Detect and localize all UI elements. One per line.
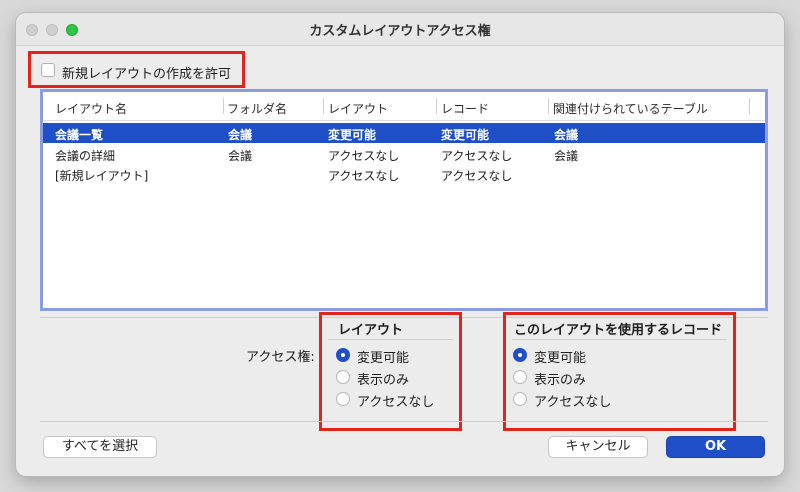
layout-table[interactable]: レイアウト名 フォルダ名 レイアウト レコード 関連付けられているテーブル 会議…	[40, 89, 768, 311]
col-header-layout[interactable]: レイアウト	[328, 100, 388, 117]
footer-divider	[40, 421, 768, 422]
title-bar: カスタムレイアウトアクセス権	[16, 13, 784, 46]
window-title: カスタムレイアウトアクセス権	[309, 24, 491, 39]
column-separator[interactable]	[223, 98, 224, 114]
allow-new-layout-label: 新規レイアウトの作成を許可	[62, 67, 232, 82]
record-editable-radio[interactable]	[513, 348, 527, 362]
cell-layout-name: 会議一覧	[55, 128, 104, 142]
record-group-title: このレイアウトを使用するレコード	[514, 323, 723, 338]
column-separator[interactable]	[436, 98, 437, 114]
group-divider	[328, 339, 453, 340]
group-divider	[512, 339, 727, 340]
cell-record-access: アクセスなし	[441, 169, 513, 183]
col-header-layout-name[interactable]: レイアウト名	[55, 100, 127, 117]
ok-button[interactable]: OK	[666, 436, 765, 458]
cell-related-table: 会議	[554, 149, 579, 163]
record-viewonly-radio[interactable]	[513, 370, 527, 384]
cell-record-access: アクセスなし	[441, 149, 513, 163]
record-noaccess-radio[interactable]	[513, 392, 527, 406]
cell-layout-access: アクセスなし	[328, 169, 400, 183]
col-header-related-table[interactable]: 関連付けられているテーブル	[553, 100, 708, 117]
column-separator[interactable]	[749, 98, 750, 114]
record-noaccess-label: アクセスなし	[534, 395, 612, 410]
layout-viewonly-radio[interactable]	[336, 370, 350, 384]
cell-layout-access: 変更可能	[328, 128, 377, 142]
record-viewonly-label: 表示のみ	[534, 373, 587, 388]
table-row[interactable]: 会議一覧 会議 変更可能 変更可能 会議	[43, 123, 765, 143]
cell-layout-name: [新規レイアウト]	[55, 169, 149, 183]
layout-viewonly-label: 表示のみ	[357, 373, 410, 388]
cell-layout-access: アクセスなし	[328, 149, 400, 163]
cancel-button[interactable]: キャンセル	[548, 436, 648, 458]
col-header-record[interactable]: レコード	[441, 100, 489, 117]
cell-folder-name: 会議	[228, 128, 253, 142]
layout-noaccess-radio[interactable]	[336, 392, 350, 406]
column-separator[interactable]	[548, 98, 549, 114]
col-header-folder-name[interactable]: フォルダ名	[227, 100, 287, 117]
layout-noaccess-label: アクセスなし	[357, 395, 435, 410]
layout-group-title: レイアウト	[338, 323, 404, 338]
record-editable-label: 変更可能	[534, 351, 587, 366]
dialog-window: カスタムレイアウトアクセス権 新規レイアウトの作成を許可 レイアウト名 フォルダ…	[16, 13, 784, 476]
allow-new-layout-checkbox[interactable]	[41, 63, 55, 77]
cell-record-access: 変更可能	[441, 128, 490, 142]
table-row[interactable]: [新規レイアウト] アクセスなし アクセスなし	[43, 164, 765, 184]
table-row[interactable]: 会議の詳細 会議 アクセスなし アクセスなし 会議	[43, 144, 765, 164]
cell-related-table: 会議	[554, 128, 579, 142]
layout-editable-radio[interactable]	[336, 348, 350, 362]
cell-folder-name: 会議	[228, 149, 253, 163]
cell-layout-name: 会議の詳細	[55, 149, 116, 163]
select-all-button[interactable]: すべてを選択	[43, 436, 157, 458]
column-separator[interactable]	[323, 98, 324, 114]
table-header: レイアウト名 フォルダ名 レイアウト レコード 関連付けられているテーブル	[43, 92, 765, 121]
access-label: アクセス権:	[246, 350, 315, 365]
layout-editable-label: 変更可能	[357, 351, 410, 366]
